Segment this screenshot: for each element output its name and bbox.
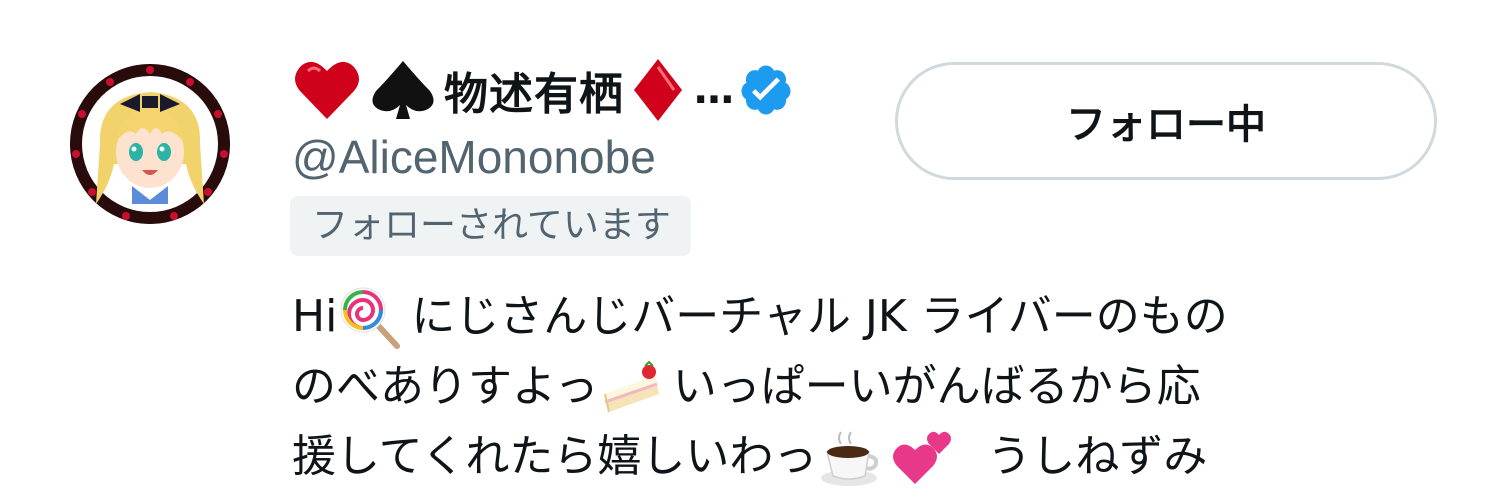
shortcake-icon xyxy=(599,354,665,420)
follows-you-badge: フォローされています xyxy=(290,196,691,256)
following-button[interactable]: フォロー中 xyxy=(895,62,1437,180)
lollipop-icon xyxy=(337,284,403,350)
profile-bio: Hi にじさんじバーチャル JK ライバーのもの のべありすよっ いっぱーいがん… xyxy=(292,282,1472,492)
bio-line: のべありすよっ いっぱーいがんばるから応 xyxy=(292,352,1472,422)
red-diamond-icon xyxy=(630,57,686,123)
bio-text: Hi xyxy=(292,291,338,342)
two-hearts-icon xyxy=(891,424,957,490)
username-handle[interactable]: @AliceMononobe xyxy=(292,130,656,184)
black-spade-icon xyxy=(368,57,438,123)
display-name: 物述有栖 xyxy=(444,69,624,120)
bio-text: 援してくれたら嬉しいわっ xyxy=(292,431,818,482)
red-heart-icon xyxy=(292,57,362,123)
verified-badge-icon xyxy=(738,62,794,118)
bio-text: のべありすよっ xyxy=(292,361,599,412)
coffee-icon xyxy=(817,424,883,490)
avatar[interactable] xyxy=(70,64,230,224)
bio-text: いっぱーいがんばるから応 xyxy=(672,361,1201,412)
bio-line: 援してくれたら嬉しいわっ うしねずみ xyxy=(292,422,1472,492)
avatar-image xyxy=(70,64,230,224)
name-ellipsis: … xyxy=(694,67,734,113)
bio-line: Hi にじさんじバーチャル JK ライバーのもの xyxy=(292,282,1472,352)
bio-text: にじさんじバーチャル JK ライバーのもの xyxy=(411,291,1228,342)
bio-text: うしねずみ xyxy=(987,431,1208,482)
display-name-row: 物述有栖 … xyxy=(292,54,794,126)
